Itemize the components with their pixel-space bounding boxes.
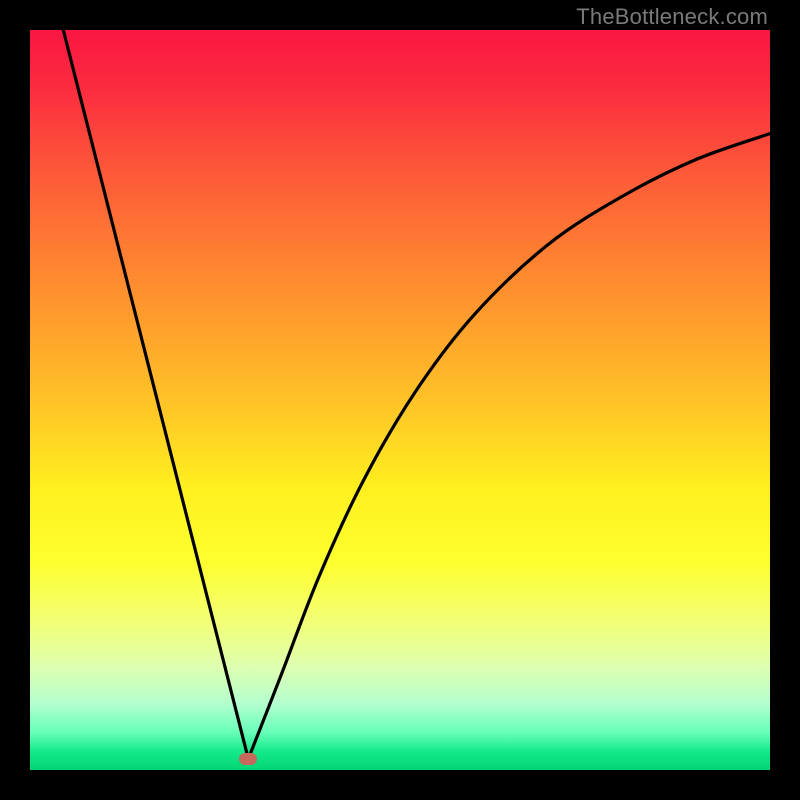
minimum-marker xyxy=(239,753,257,765)
bottleneck-curve xyxy=(30,30,770,770)
watermark-text: TheBottleneck.com xyxy=(576,4,768,30)
plot-area xyxy=(30,30,770,770)
chart-container: TheBottleneck.com xyxy=(0,0,800,800)
